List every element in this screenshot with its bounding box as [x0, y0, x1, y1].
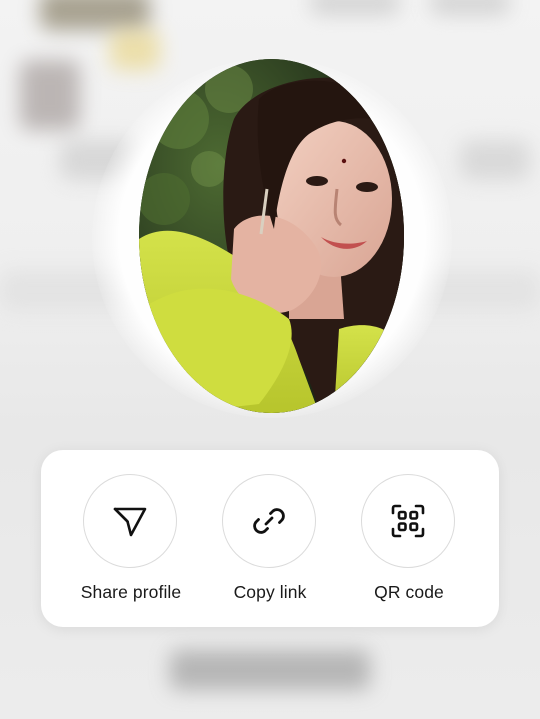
paper-plane-icon — [113, 507, 147, 537]
share-sheet: Share profile Copy link QR code — [41, 450, 499, 627]
blurred-text — [460, 140, 530, 180]
qr-code-option[interactable]: QR code — [344, 450, 474, 627]
blurred-highlight — [110, 30, 160, 70]
blurred-stat — [430, 0, 510, 15]
blurred-story-thumbnail — [40, 0, 150, 30]
copy-link-option[interactable]: Copy link — [205, 450, 335, 627]
share-profile-label: Share profile — [80, 582, 182, 602]
blurred-stat — [310, 0, 400, 15]
qr-code-label: QR code — [374, 582, 444, 602]
share-profile-option[interactable]: Share profile — [66, 450, 196, 627]
copy-link-button[interactable] — [222, 474, 316, 568]
profile-photo — [139, 59, 404, 413]
qr-code-button[interactable] — [361, 474, 455, 568]
qr-code-icon — [391, 504, 425, 538]
copy-link-label: Copy link — [233, 582, 307, 602]
blurred-username — [170, 650, 370, 690]
share-profile-button[interactable] — [83, 474, 177, 568]
blurred-avatar — [20, 60, 80, 130]
link-icon — [253, 508, 285, 534]
